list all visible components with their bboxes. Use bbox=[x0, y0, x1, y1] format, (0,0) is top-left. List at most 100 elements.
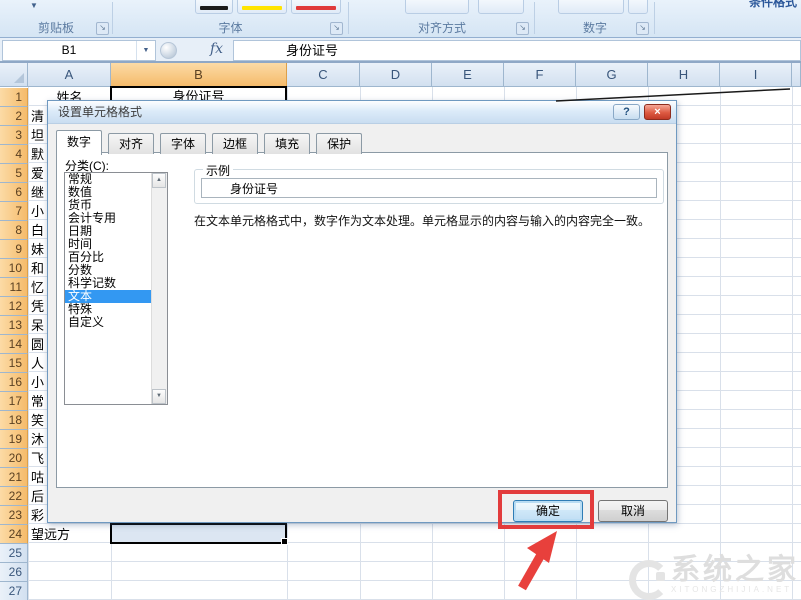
cell-A16[interactable]: 小 bbox=[31, 373, 44, 392]
dialog-launcher-icon[interactable]: ↘ bbox=[330, 22, 343, 35]
ribbon-partial-button[interactable] bbox=[405, 0, 469, 14]
tab-填充[interactable]: 填充 bbox=[264, 133, 310, 154]
cell-A4[interactable]: 默 bbox=[31, 145, 44, 164]
paste-dropdown-icon[interactable]: ▼ bbox=[30, 1, 38, 10]
tab-数字[interactable]: 数字 bbox=[56, 130, 102, 155]
cell-A14[interactable]: 圆 bbox=[31, 335, 44, 354]
row-header-11[interactable]: 11 bbox=[0, 278, 28, 297]
insert-function-icon[interactable]: fx bbox=[210, 41, 223, 57]
row-header-7[interactable]: 7 bbox=[0, 202, 28, 221]
ribbon-group-divider bbox=[654, 2, 655, 34]
cell-A3[interactable]: 坦 bbox=[31, 126, 44, 145]
cell-A24[interactable]: 望远方 bbox=[31, 525, 70, 544]
close-icon[interactable]: × bbox=[644, 104, 671, 120]
dialog-launcher-icon[interactable]: ↘ bbox=[96, 22, 109, 35]
row-header-23[interactable]: 23 bbox=[0, 506, 28, 525]
cell-B24-selection-end[interactable] bbox=[110, 523, 287, 544]
cell-A8[interactable]: 白 bbox=[31, 221, 44, 240]
ribbon-group-divider bbox=[112, 2, 113, 34]
cell-A20[interactable]: 飞 bbox=[31, 449, 44, 468]
cell-A23[interactable]: 彩 bbox=[31, 506, 44, 525]
dialog-title: 设置单元格格式 bbox=[58, 105, 142, 119]
number-tab-panel: 分类(C): 常规数值货币会计专用日期时间百分比分数科学记数文本特殊自定义 ▲ … bbox=[56, 152, 668, 488]
column-header-E[interactable]: E bbox=[432, 63, 504, 87]
column-header-partial[interactable] bbox=[792, 63, 801, 87]
dialog-launcher-icon[interactable]: ↘ bbox=[516, 22, 529, 35]
ribbon-partial-style-group[interactable]: 条件格式 bbox=[749, 0, 797, 10]
name-box-dropdown-icon[interactable]: ▼ bbox=[136, 41, 155, 60]
scroll-down-icon[interactable]: ▼ bbox=[152, 389, 166, 404]
row-header-16[interactable]: 16 bbox=[0, 373, 28, 392]
row-header-25[interactable]: 25 bbox=[0, 544, 28, 563]
column-header-I[interactable]: I bbox=[720, 63, 792, 87]
cell-A2[interactable]: 清 bbox=[31, 107, 44, 126]
cell-A15[interactable]: 人 bbox=[31, 354, 44, 373]
formula-value: 身份证号 bbox=[286, 41, 800, 60]
category-listbox[interactable]: 常规数值货币会计专用日期时间百分比分数科学记数文本特殊自定义 ▲ ▼ bbox=[64, 172, 168, 405]
dialog-title-bar[interactable]: 设置单元格格式 ? × bbox=[48, 101, 676, 124]
row-header-12[interactable]: 12 bbox=[0, 297, 28, 316]
name-box[interactable]: B1 ▼ bbox=[2, 40, 156, 61]
fill-color-button[interactable] bbox=[237, 0, 287, 14]
ribbon-partial-button[interactable] bbox=[628, 0, 648, 14]
row-header-26[interactable]: 26 bbox=[0, 563, 28, 582]
cell-A12[interactable]: 凭 bbox=[31, 297, 44, 316]
help-button[interactable]: ? bbox=[613, 104, 640, 120]
row-header-27[interactable]: 27 bbox=[0, 582, 28, 600]
cell-A18[interactable]: 笑 bbox=[31, 411, 44, 430]
column-header-B[interactable]: B bbox=[111, 63, 287, 87]
row-header-15[interactable]: 15 bbox=[0, 354, 28, 373]
cell-A11[interactable]: 忆 bbox=[31, 278, 44, 297]
column-header-F[interactable]: F bbox=[504, 63, 576, 87]
row-header-24[interactable]: 24 bbox=[0, 525, 28, 544]
row-header-2[interactable]: 2 bbox=[0, 107, 28, 126]
row-header-1[interactable]: 1 bbox=[0, 88, 28, 107]
formula-input[interactable]: 身份证号 bbox=[233, 40, 801, 61]
row-header-21[interactable]: 21 bbox=[0, 468, 28, 487]
row-header-5[interactable]: 5 bbox=[0, 164, 28, 183]
cell-A7[interactable]: 小 bbox=[31, 202, 44, 221]
category-item[interactable]: 自定义 bbox=[65, 316, 152, 329]
column-header-C[interactable]: C bbox=[287, 63, 360, 87]
tab-字体[interactable]: 字体 bbox=[160, 133, 206, 154]
column-header-A[interactable]: A bbox=[28, 63, 111, 87]
row-header-17[interactable]: 17 bbox=[0, 392, 28, 411]
cancel-button[interactable]: 取消 bbox=[598, 500, 668, 522]
row-header-6[interactable]: 6 bbox=[0, 183, 28, 202]
number-format-dropdown[interactable] bbox=[558, 0, 624, 14]
tab-保护[interactable]: 保护 bbox=[316, 133, 362, 154]
cell-A13[interactable]: 呆 bbox=[31, 316, 44, 335]
row-header-3[interactable]: 3 bbox=[0, 126, 28, 145]
column-header-H[interactable]: H bbox=[648, 63, 720, 87]
tab-边框[interactable]: 边框 bbox=[212, 133, 258, 154]
dialog-launcher-icon[interactable]: ↘ bbox=[636, 22, 649, 35]
select-all-corner[interactable] bbox=[0, 63, 28, 87]
scroll-up-icon[interactable]: ▲ bbox=[152, 173, 166, 188]
row-header-13[interactable]: 13 bbox=[0, 316, 28, 335]
row-header-19[interactable]: 19 bbox=[0, 430, 28, 449]
cell-A17[interactable]: 常 bbox=[31, 392, 44, 411]
tab-对齐[interactable]: 对齐 bbox=[108, 133, 154, 154]
cell-A22[interactable]: 后 bbox=[31, 487, 44, 506]
row-header-20[interactable]: 20 bbox=[0, 449, 28, 468]
font-color-button[interactable] bbox=[291, 0, 341, 14]
cell-A19[interactable]: 沐 bbox=[31, 430, 44, 449]
border-button[interactable] bbox=[195, 0, 233, 14]
row-header-18[interactable]: 18 bbox=[0, 411, 28, 430]
cell-A9[interactable]: 妹 bbox=[31, 240, 44, 259]
cell-A5[interactable]: 爱 bbox=[31, 164, 44, 183]
row-header-14[interactable]: 14 bbox=[0, 335, 28, 354]
row-header-22[interactable]: 22 bbox=[0, 487, 28, 506]
cell-A6[interactable]: 继 bbox=[31, 183, 44, 202]
cell-A21[interactable]: 咕 bbox=[31, 468, 44, 487]
column-header-D[interactable]: D bbox=[360, 63, 432, 87]
listbox-scrollbar[interactable]: ▲ ▼ bbox=[151, 173, 167, 404]
row-header-9[interactable]: 9 bbox=[0, 240, 28, 259]
row-header-10[interactable]: 10 bbox=[0, 259, 28, 278]
cell-A10[interactable]: 和 bbox=[31, 259, 44, 278]
column-header-G[interactable]: G bbox=[576, 63, 648, 87]
ribbon-group-label: 数字 bbox=[538, 21, 652, 35]
ribbon-partial-button[interactable] bbox=[478, 0, 524, 14]
row-header-8[interactable]: 8 bbox=[0, 221, 28, 240]
row-header-4[interactable]: 4 bbox=[0, 145, 28, 164]
